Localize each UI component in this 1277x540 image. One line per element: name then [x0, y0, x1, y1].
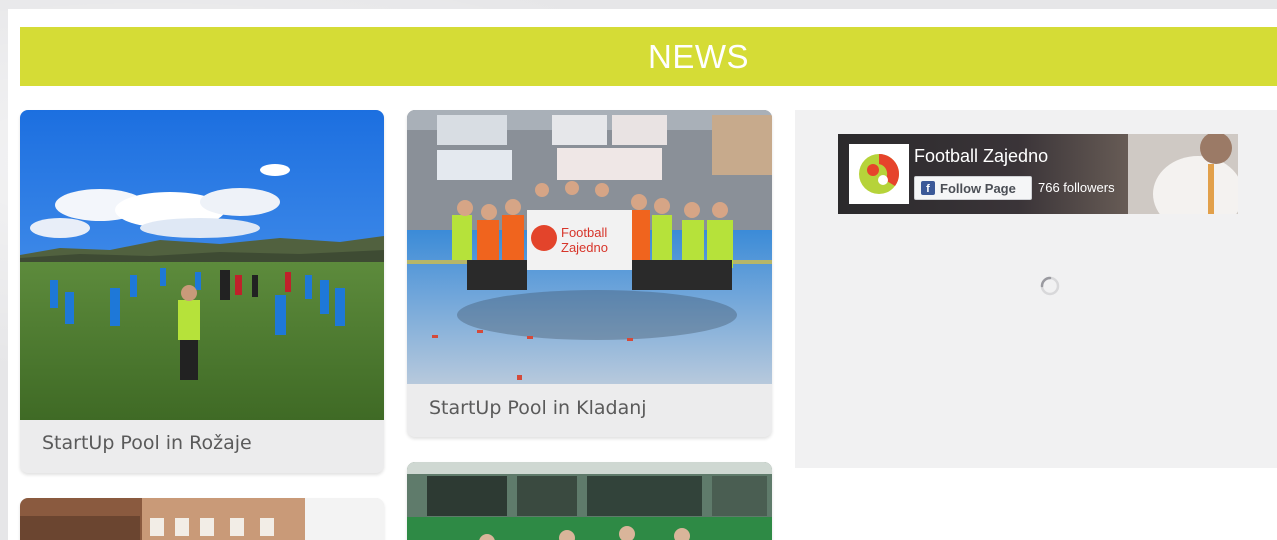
cover-photo: [1128, 134, 1238, 214]
news-banner: NEWS: [20, 27, 1277, 86]
facebook-icon: f: [921, 181, 935, 195]
loading-spinner-icon: [1040, 276, 1060, 296]
football-zajedno-logo-icon: [859, 154, 899, 194]
news-card-partial-middle[interactable]: [407, 462, 772, 540]
follow-page-label: Follow Page: [940, 180, 1016, 196]
facebook-widget: Football Zajedno f Follow Page 766 follo…: [795, 110, 1277, 468]
page-logo[interactable]: [849, 144, 909, 204]
banner-text-line1: Football: [561, 225, 607, 240]
news-photo-partial-middle[interactable]: [407, 462, 772, 540]
news-photo-rozaje[interactable]: [20, 110, 384, 420]
section-title: NEWS: [648, 37, 749, 75]
news-card-partial-left[interactable]: [20, 498, 384, 540]
news-card-kladanj[interactable]: Football Zajedno StartUp Pool in Kladanj: [407, 110, 772, 437]
follow-page-button[interactable]: f Follow Page: [914, 176, 1032, 200]
news-photo-partial-left[interactable]: [20, 498, 384, 540]
page-name[interactable]: Football Zajedno: [914, 146, 1048, 167]
news-card-rozaje[interactable]: StartUp Pool in Rožaje: [20, 110, 384, 473]
news-photo-kladanj[interactable]: Football Zajedno: [407, 110, 772, 384]
followers-count: 766 followers: [1038, 180, 1115, 195]
news-caption[interactable]: StartUp Pool in Rožaje: [42, 432, 252, 454]
facebook-page-header[interactable]: Football Zajedno f Follow Page 766 follo…: [838, 134, 1238, 214]
banner-text-line2: Zajedno: [561, 240, 608, 255]
news-caption[interactable]: StartUp Pool in Kladanj: [429, 397, 647, 419]
